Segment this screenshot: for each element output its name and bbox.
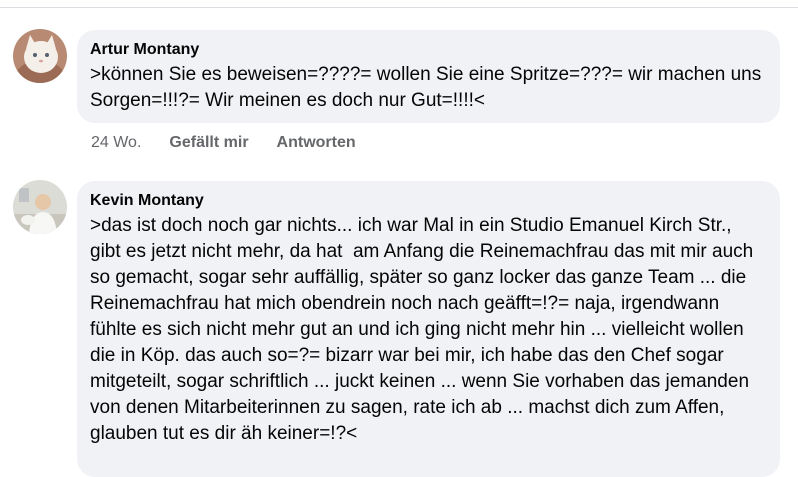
comment-author[interactable]: Kevin Montany <box>90 191 767 211</box>
like-button[interactable]: Gefällt mir <box>169 134 248 152</box>
comment-actions: 24 Wo. Gefällt mir Antworten <box>91 134 384 152</box>
white-cat-avatar-icon <box>13 29 67 83</box>
comment-bubble: Artur Montany >können Sie es beweisen=??… <box>77 30 780 123</box>
comment-text: >das ist doch noch gar nichts... ich war… <box>90 215 759 444</box>
comment-text: >können Sie es beweisen=????= wollen Sie… <box>90 64 767 111</box>
comment-author[interactable]: Artur Montany <box>90 40 767 60</box>
avatar[interactable] <box>13 180 67 234</box>
comment-bubble: Kevin Montany >das ist doch noch gar nic… <box>77 181 780 477</box>
comment-timestamp[interactable]: 24 Wo. <box>91 134 141 152</box>
comment-thread: Artur Montany >können Sie es beweisen=??… <box>0 0 798 477</box>
avatar[interactable] <box>13 29 67 83</box>
person-photo-avatar-icon <box>13 180 67 234</box>
divider <box>0 7 798 8</box>
reply-button[interactable]: Antworten <box>277 134 356 152</box>
